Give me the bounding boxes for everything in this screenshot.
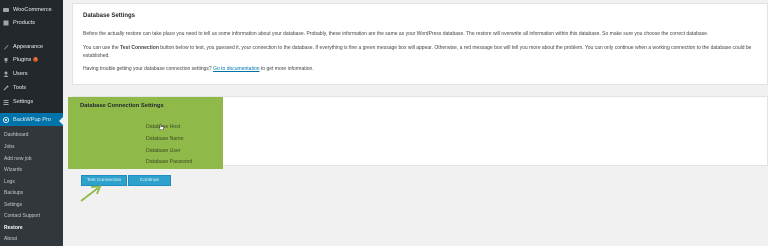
help-prefix: Having trouble getting your database con… (83, 66, 214, 72)
connection-settings-highlight: Database Connection Settings Database Ho… (68, 97, 223, 169)
submenu-backups[interactable]: Backups (4, 190, 23, 196)
sidebar-item-appearance[interactable]: Appearance (0, 40, 63, 53)
sidebar-item-backwpup-pro[interactable]: BackWPup Pro (0, 113, 63, 126)
woocommerce-icon (3, 7, 9, 13)
sidebar-item-label: Plugins (13, 56, 32, 63)
settings-icon (3, 99, 9, 105)
database-settings-panel: Database Settings Before the actually re… (72, 3, 768, 85)
submenu-about[interactable]: About (4, 236, 17, 242)
appearance-icon (3, 44, 9, 50)
sidebar-item-label: Appearance (13, 43, 44, 50)
annotation-arrow-icon (80, 185, 102, 202)
sidebar-item-label: Users (13, 70, 28, 77)
sidebar-item-tools[interactable]: Tools (0, 81, 63, 94)
submenu-wizards[interactable]: Wizards (4, 167, 22, 173)
admin-sidebar: WooCommerce Products Appearance Plugins … (0, 0, 63, 246)
sidebar-item-label: BackWPup Pro (13, 116, 51, 123)
submenu-contact-support[interactable]: Contact Support (4, 213, 40, 219)
database-name-label[interactable]: Database Name (146, 136, 184, 142)
connection-settings-title: Database Connection Settings (80, 103, 164, 109)
test-info-suffix: button below to test, you guessed it, yo… (83, 45, 752, 59)
submenu-dashboard[interactable]: Dashboard (4, 132, 28, 138)
submenu-restore[interactable]: Restore (4, 225, 23, 231)
test-info-bold: Test Connection (120, 45, 159, 51)
sidebar-item-label: WooCommerce (13, 6, 52, 13)
sidebar-item-label: Tools (13, 84, 27, 91)
continue-button[interactable]: Continue (128, 175, 171, 186)
sidebar-item-woocommerce[interactable]: WooCommerce (0, 3, 63, 16)
test-connection-info: You can use the Test Connection button b… (83, 44, 767, 60)
sidebar-item-products[interactable]: Products (0, 16, 63, 29)
test-info-prefix: You can use the (83, 45, 121, 51)
sidebar-item-plugins[interactable]: Plugins 1 (0, 53, 63, 66)
sidebar-item-label: Settings (13, 98, 34, 105)
submenu-settings[interactable]: Settings (4, 202, 22, 208)
database-settings-title: Database Settings (83, 13, 136, 19)
database-password-label[interactable]: Database Password (146, 159, 192, 165)
database-user-label[interactable]: Database User (146, 148, 181, 154)
documentation-link[interactable]: Go to documentation (213, 66, 259, 72)
tools-icon (3, 85, 9, 91)
backwpup-submenu: Dashboard Jobs Add new job Wizards Logs … (0, 126, 63, 246)
products-icon (3, 20, 9, 26)
plugins-icon (3, 57, 9, 63)
sidebar-item-settings[interactable]: Settings (0, 95, 63, 108)
database-settings-intro: Before the actually restore can take pla… (83, 31, 709, 37)
users-icon (3, 71, 9, 77)
sidebar-item-users[interactable]: Users (0, 67, 63, 80)
sidebar-item-label: Products (13, 19, 36, 26)
help-text: Having trouble getting your database con… (83, 65, 767, 73)
submenu-add-new-job[interactable]: Add new job (4, 156, 32, 162)
submenu-logs[interactable]: Logs (4, 179, 15, 185)
backwpup-icon (3, 116, 9, 123)
help-suffix: to get more information. (259, 66, 314, 72)
plugins-update-badge: 1 (33, 57, 39, 62)
hand-cursor-icon (158, 123, 165, 131)
submenu-jobs[interactable]: Jobs (4, 144, 15, 150)
active-menu-arrow (59, 117, 63, 125)
